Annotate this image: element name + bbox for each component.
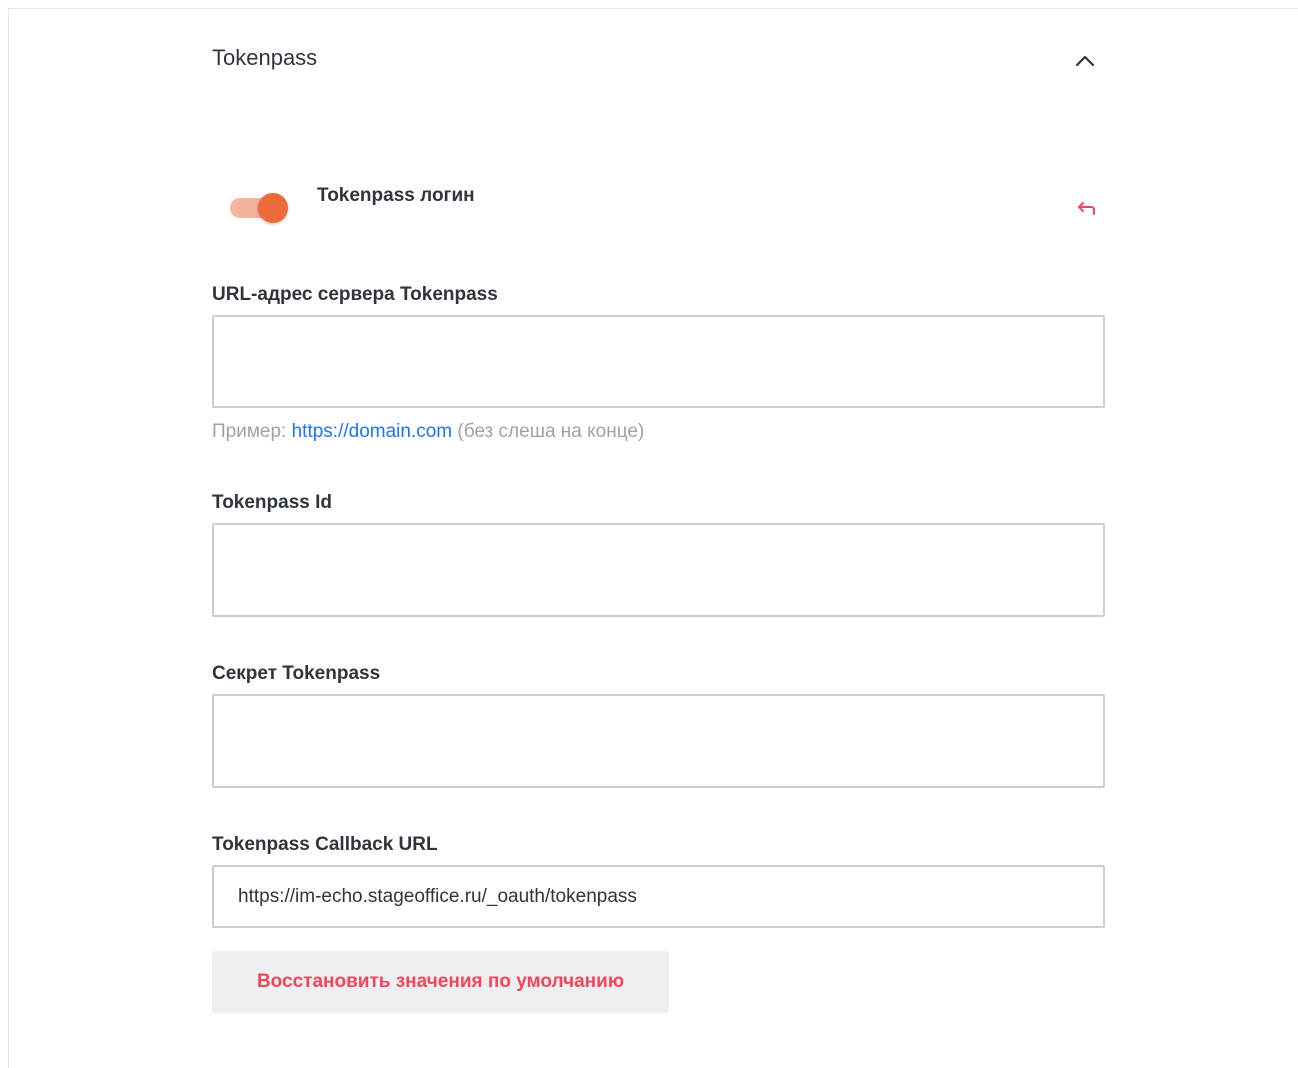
tokenpass-login-label: Tokenpass логин [317, 185, 475, 206]
collapse-section-button[interactable] [1070, 46, 1100, 76]
restore-defaults-button[interactable]: Восстановить значения по умолчанию [212, 951, 669, 1013]
toggle-knob [258, 193, 288, 223]
server-url-hint: Пример: https://domain.com (без слеша на… [212, 421, 644, 443]
hint-suffix: (без слеша на конце) [457, 421, 645, 442]
tokenpass-id-label: Tokenpass Id [212, 492, 333, 513]
callback-url-input[interactable] [212, 865, 1105, 928]
tokenpass-login-toggle[interactable] [230, 193, 292, 225]
section-title: Tokenpass [212, 45, 318, 70]
hint-prefix: Пример: [212, 421, 287, 442]
secret-label: Секрет Tokenpass [212, 663, 381, 684]
callback-url-label: Tokenpass Callback URL [212, 834, 438, 855]
chevron-up-icon [1075, 55, 1095, 67]
secret-input[interactable] [212, 694, 1105, 788]
tokenpass-id-input[interactable] [212, 523, 1105, 617]
hint-example-link[interactable]: https://domain.com [292, 421, 453, 442]
server-url-label: URL-адрес сервера Tokenpass [212, 284, 498, 305]
undo-arrow-icon[interactable] [1074, 197, 1098, 221]
server-url-input[interactable] [212, 315, 1105, 408]
